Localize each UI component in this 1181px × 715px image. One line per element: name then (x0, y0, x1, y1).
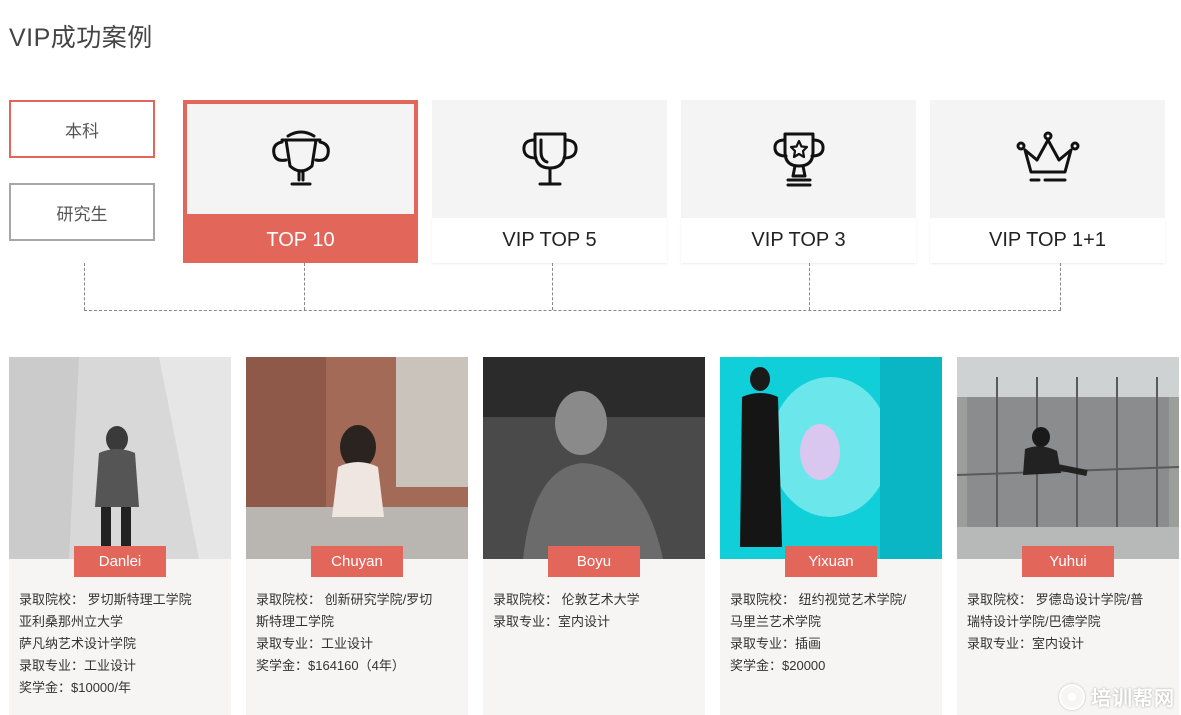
case-line: 录取专业：室内设计 (967, 636, 1085, 651)
level-tab-graduate[interactable]: 研究生 (9, 183, 155, 241)
connector-line (552, 263, 553, 310)
trophy-laurel-icon (271, 130, 330, 186)
case-info: 录取院校： 罗切斯特理工学院 亚利桑那州立大学 萨凡纳艺术设计学院 录取专业：工… (19, 589, 224, 699)
case-line: 奖学金：$20000 (730, 658, 826, 673)
connector-line (1060, 263, 1061, 310)
case-line: 斯特理工学院 (256, 614, 335, 629)
case-info: 录取院校： 伦敦艺术大学 录取专业：室内设计 (493, 589, 698, 633)
case-info: 录取院校： 纽约视觉艺术学院/ 马里兰艺术学院 录取专业：插画 奖学金：$200… (730, 589, 935, 677)
level-tab-undergraduate[interactable]: 本科 (9, 100, 155, 158)
connector-line (809, 263, 810, 310)
case-info: 录取院校： 创新研究学院/罗切 斯特理工学院 录取专业：工业设计 奖学金：$16… (256, 589, 461, 677)
student-photo (720, 357, 942, 559)
case-line: 录取院校： 创新研究学院/罗切 (256, 592, 433, 607)
student-name-tag: Chuyan (311, 546, 403, 577)
case-card-boyu[interactable]: 录取院校： 伦敦艺术大学 录取专业：室内设计 (483, 357, 705, 715)
case-card-yuhui[interactable]: 录取院校： 罗德岛设计学院/普 瑞特设计学院/巴德学院 录取专业：室内设计 (957, 357, 1179, 715)
case-line: 奖学金：$164160（4年） (256, 658, 405, 673)
tier-tab-top10[interactable]: TOP 10 (183, 100, 418, 263)
crown-icon (1016, 131, 1079, 182)
connector-line (84, 263, 85, 310)
student-photo (246, 357, 468, 559)
case-line: 录取专业：工业设计 (19, 658, 137, 673)
student-name-tag: Boyu (548, 546, 640, 577)
trophy-cup-icon (521, 132, 578, 186)
case-info: 录取院校： 罗德岛设计学院/普 瑞特设计学院/巴德学院 录取专业：室内设计 (967, 589, 1172, 655)
connector-line (304, 263, 305, 310)
watermark-text: 培训帮网 (1091, 688, 1175, 710)
student-name-tag: Yuhui (1022, 546, 1114, 577)
case-line: 瑞特设计学院/巴德学院 (967, 614, 1101, 629)
student-photo (9, 357, 231, 559)
tier-label: VIP TOP 1+1 (930, 218, 1165, 263)
case-line: 录取专业：插画 (730, 636, 822, 651)
tier-tab-vip-top1plus1[interactable]: VIP TOP 1+1 (930, 100, 1165, 263)
watermark: 培训帮网 (1059, 682, 1175, 711)
case-line: 录取院校： 伦敦艺术大学 (493, 592, 640, 607)
student-name-tag: Yixuan (785, 546, 877, 577)
page-title: VIP成功案例 (9, 24, 153, 52)
case-line: 录取院校： 纽约视觉艺术学院/ (730, 592, 907, 607)
case-line: 马里兰艺术学院 (730, 614, 822, 629)
tier-tab-vip-top5[interactable]: VIP TOP 5 (432, 100, 667, 263)
trophy-star-icon (772, 132, 825, 187)
student-photo (483, 357, 705, 559)
tier-label: TOP 10 (183, 218, 418, 263)
case-line: 奖学金：$10000/年 (19, 680, 131, 695)
case-card-yixuan[interactable]: 录取院校： 纽约视觉艺术学院/ 马里兰艺术学院 录取专业：插画 奖学金：$200… (720, 357, 942, 715)
tier-tab-vip-top3[interactable]: VIP TOP 3 (681, 100, 916, 263)
student-name-tag: Danlei (74, 546, 166, 577)
case-line: 录取专业：室内设计 (493, 614, 611, 629)
case-card-chuyan[interactable]: 录取院校： 创新研究学院/罗切 斯特理工学院 录取专业：工业设计 奖学金：$16… (246, 357, 468, 715)
case-card-danlei[interactable]: 录取院校： 罗切斯特理工学院 亚利桑那州立大学 萨凡纳艺术设计学院 录取专业：工… (9, 357, 231, 715)
connector-line (84, 310, 1061, 311)
case-line: 萨凡纳艺术设计学院 (19, 636, 137, 651)
student-photo (957, 357, 1179, 559)
case-line: 亚利桑那州立大学 (19, 614, 124, 629)
tier-label: VIP TOP 5 (432, 218, 667, 263)
case-line: 录取院校： 罗德岛设计学院/普 (967, 592, 1144, 607)
tier-label: VIP TOP 3 (681, 218, 916, 263)
case-line: 录取专业：工业设计 (256, 636, 374, 651)
case-line: 录取院校： 罗切斯特理工学院 (19, 592, 192, 607)
watermark-logo-icon (1059, 683, 1085, 710)
